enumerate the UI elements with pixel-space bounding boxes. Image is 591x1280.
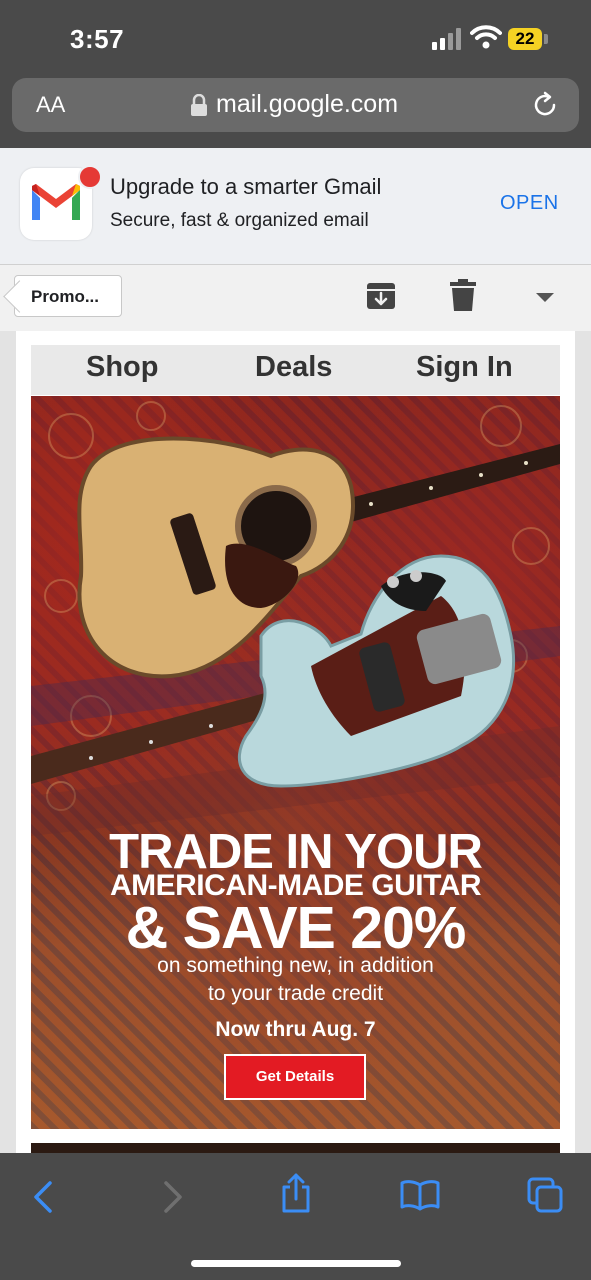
notification-dot xyxy=(78,165,102,189)
address-bar[interactable]: AA mail.google.com xyxy=(12,78,579,132)
bookmarks-icon[interactable] xyxy=(400,1179,440,1211)
cellular-signal-icon xyxy=(432,28,461,50)
wifi-icon xyxy=(470,25,502,49)
battery-tip xyxy=(544,34,548,44)
banner-title: Upgrade to a smarter Gmail xyxy=(110,174,382,199)
offer-dates: Now thru Aug. 7 xyxy=(215,1018,376,1041)
banner-subtitle: Secure, fast & organized email xyxy=(110,210,369,231)
status-time: 3:57 xyxy=(70,24,125,54)
nav-signin-link[interactable]: Sign In xyxy=(416,351,513,384)
reload-icon[interactable] xyxy=(530,90,560,120)
chevron-down-icon[interactable] xyxy=(536,291,554,303)
share-icon[interactable] xyxy=(280,1173,312,1213)
url-text[interactable]: mail.google.com xyxy=(216,90,398,119)
email-toolbar: Promo... xyxy=(0,264,591,332)
nav-shop-link[interactable]: Shop xyxy=(86,351,159,384)
get-details-button[interactable]: Get Details xyxy=(224,1054,366,1100)
browser-chrome: AA mail.google.com xyxy=(0,78,591,148)
open-app-button[interactable]: OPEN xyxy=(500,192,559,215)
email-nav: Shop Deals Sign In xyxy=(31,345,560,395)
tabs-icon[interactable] xyxy=(527,1177,563,1213)
status-bar: 3:57 22 xyxy=(0,0,591,78)
trash-icon[interactable] xyxy=(450,279,476,311)
promo-hero-image[interactable]: TRADE IN YOUR AMERICAN-MADE GUITAR & SAV… xyxy=(31,396,560,1129)
lock-icon xyxy=(191,94,207,116)
nav-deals-link[interactable]: Deals xyxy=(255,351,332,384)
back-to-promotions-button[interactable]: Promo... xyxy=(14,275,122,317)
back-arrow-icon[interactable] xyxy=(32,1181,54,1213)
reader-text-size-button[interactable]: AA xyxy=(36,92,65,118)
forward-arrow-icon[interactable] xyxy=(162,1181,184,1213)
subline-1: on something new, in addition xyxy=(157,954,434,977)
subline-2: to your trade credit xyxy=(207,982,384,1005)
back-button-label: Promo... xyxy=(31,287,100,306)
headline-line-3: & SAVE 20% xyxy=(125,895,467,961)
app-install-banner: Upgrade to a smarter Gmail Secure, fast … xyxy=(0,148,591,264)
battery-indicator: 22 xyxy=(508,28,542,50)
home-indicator[interactable] xyxy=(191,1260,401,1267)
archive-icon[interactable] xyxy=(366,281,396,311)
